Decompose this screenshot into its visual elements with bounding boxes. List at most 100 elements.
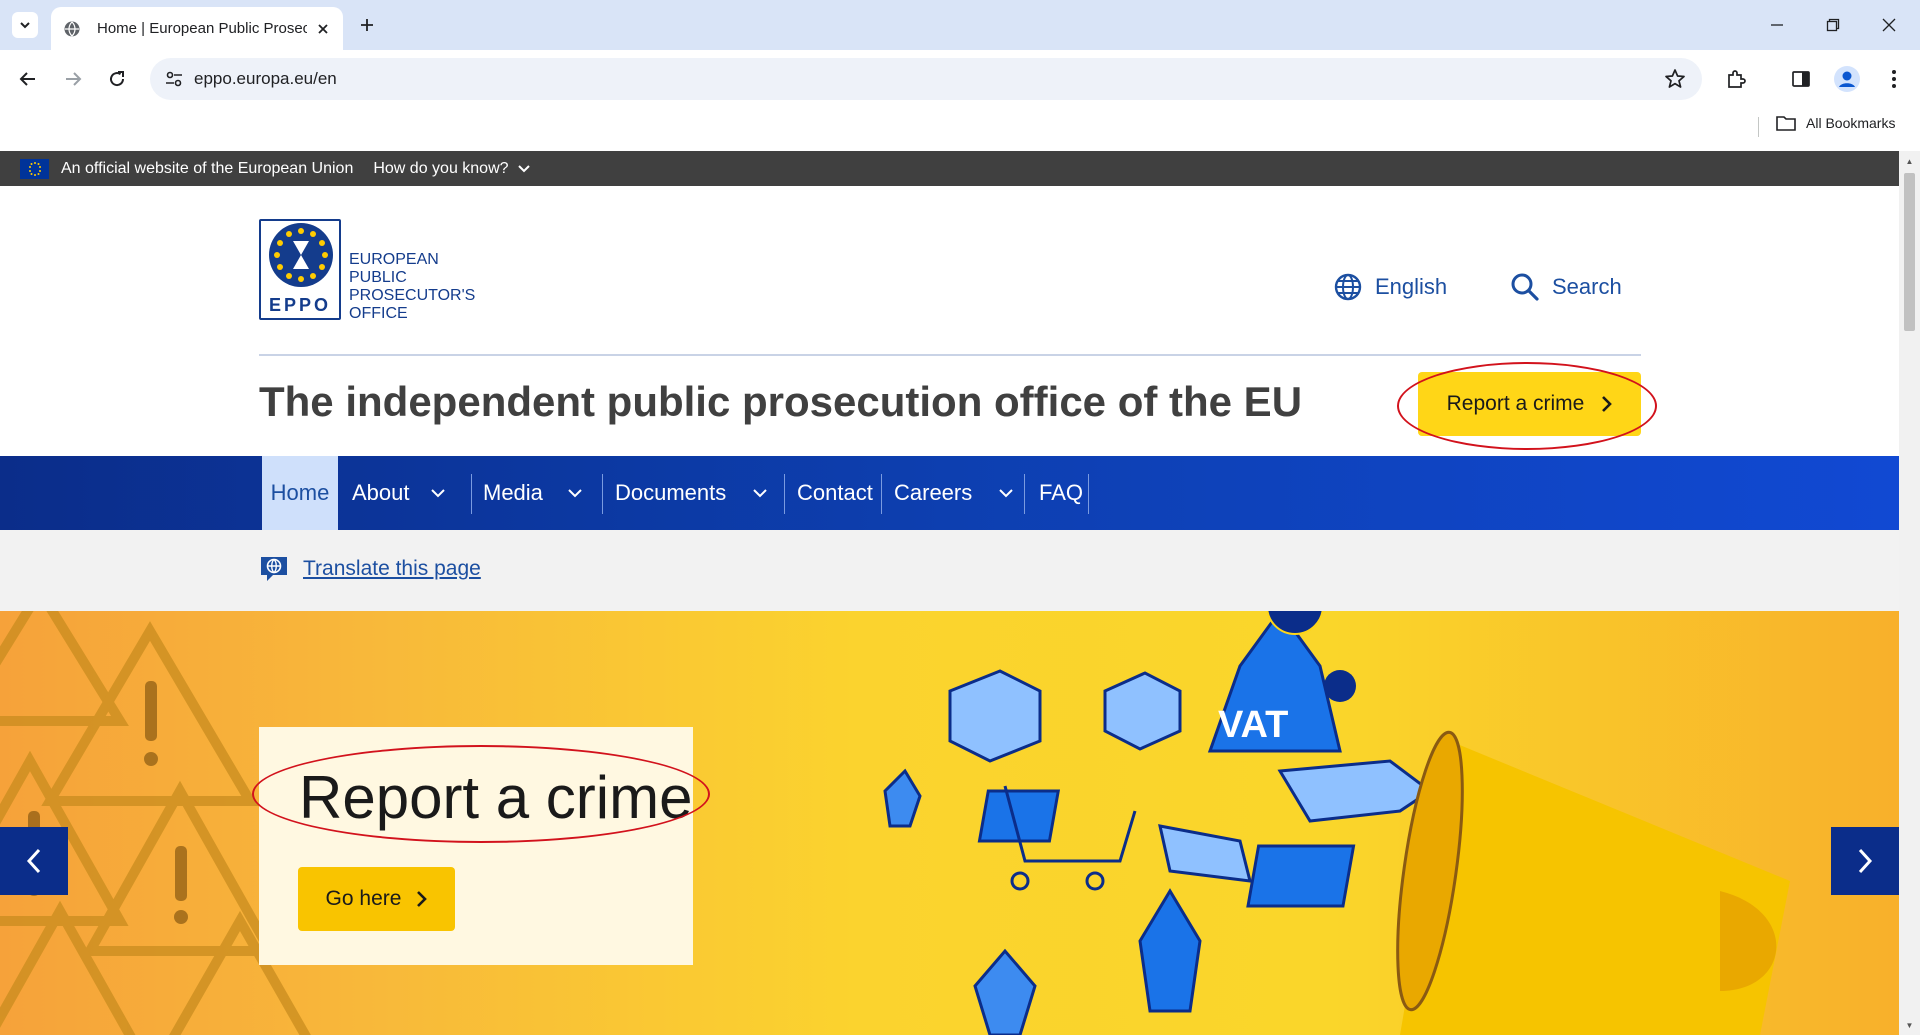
bookmarks-divider [1758, 117, 1759, 137]
translate-page-label: Translate this page [303, 557, 481, 580]
nav-about[interactable]: About [352, 456, 446, 530]
language-selector[interactable]: English [1333, 272, 1447, 302]
nav-separator [784, 474, 785, 514]
nav-faq[interactable]: FAQ [1039, 456, 1083, 530]
forward-button[interactable] [58, 64, 88, 94]
page-viewport: An official website of the European Unio… [0, 151, 1920, 1035]
logo-acronym: EPPO [268, 295, 332, 315]
how-do-you-know-label: How do you know? [373, 159, 509, 177]
eu-flag-icon [20, 158, 49, 179]
carousel-next-button[interactable] [1831, 827, 1899, 895]
go-here-button[interactable]: Go here [298, 867, 455, 931]
header-divider [259, 354, 1641, 356]
search-label: Search [1552, 274, 1622, 299]
side-panel-icon [1792, 71, 1810, 87]
all-bookmarks-label: All Bookmarks [1806, 115, 1896, 131]
side-panel-button[interactable] [1788, 66, 1814, 92]
hero-carousel: VAT Report a crime Go here [0, 611, 1899, 1035]
logo-emblem: EPPO [259, 219, 341, 320]
annotation-ellipse-hero [252, 745, 710, 843]
search-icon [1511, 273, 1539, 301]
url-text: eppo.europa.eu/en [194, 69, 337, 88]
vat-label: VAT [1218, 704, 1288, 746]
reload-button[interactable] [102, 64, 132, 94]
scroll-up-arrow[interactable]: ▲ [1899, 153, 1920, 169]
chevron-down-icon[interactable] [752, 488, 768, 498]
main-navigation: Home About Media Documents Contact Caree… [0, 456, 1899, 530]
restore-button[interactable] [1810, 0, 1856, 50]
bookmark-star-icon[interactable] [1664, 68, 1686, 90]
how-do-you-know-toggle[interactable]: How do you know? [373, 160, 530, 178]
chevron-right-icon [417, 891, 428, 907]
eppo-logo[interactable]: EPPO EUROPEAN PUBLIC PROSECUTOR'S OFFICE [259, 219, 475, 323]
chevron-right-icon [1858, 848, 1873, 874]
site-header: EPPO EUROPEAN PUBLIC PROSECUTOR'S OFFICE… [0, 186, 1899, 450]
nav-separator [1088, 474, 1089, 514]
scroll-down-arrow[interactable]: ▼ [1899, 1017, 1920, 1033]
nav-separator [602, 474, 603, 514]
nav-contact[interactable]: Contact [797, 456, 873, 530]
extensions-button[interactable] [1723, 66, 1749, 92]
browser-menu-button[interactable] [1881, 66, 1907, 92]
address-bar[interactable]: eppo.europa.eu/en [150, 58, 1702, 100]
arrow-right-icon [66, 72, 82, 86]
scroll-thumb[interactable] [1904, 173, 1915, 331]
more-vertical-icon [1892, 70, 1896, 88]
nav-careers-label: Careers [894, 480, 973, 505]
translate-page-link[interactable]: Translate this page [259, 554, 481, 584]
close-icon [1882, 18, 1896, 32]
nav-about-label: About [352, 480, 410, 505]
browser-tab-bar: Home | European Public Prosecutor's Offi… [0, 0, 1920, 50]
restore-icon [1826, 18, 1840, 32]
logo-line-3: PROSECUTOR'S [349, 287, 476, 304]
close-window-button[interactable] [1866, 0, 1912, 50]
nav-contact-label: Contact [797, 480, 873, 505]
carousel-previous-button[interactable] [0, 827, 68, 895]
tab-search-button[interactable] [12, 12, 38, 38]
plus-icon [361, 19, 373, 31]
nav-documents[interactable]: Documents [615, 456, 768, 530]
minimize-button[interactable] [1754, 0, 1800, 50]
chevron-down-icon [517, 164, 530, 172]
nav-separator [881, 474, 882, 514]
site-settings-icon[interactable] [164, 69, 184, 89]
close-tab-icon[interactable] [313, 19, 333, 39]
folder-icon [1776, 116, 1796, 131]
profile-button[interactable] [1834, 66, 1860, 92]
nav-home[interactable]: Home [262, 456, 338, 530]
nav-media-label: Media [483, 480, 543, 505]
globe-icon [63, 20, 81, 38]
chevron-down-icon[interactable] [430, 488, 446, 498]
nav-home-label: Home [270, 480, 330, 505]
browser-tab-active[interactable]: Home | European Public Prosecutor's Offi… [51, 7, 343, 50]
nav-separator [1024, 474, 1025, 514]
browser-toolbar: eppo.europa.eu/en [0, 50, 1920, 107]
eu-official-text: An official website of the European Unio… [61, 159, 354, 177]
nav-careers[interactable]: Careers [894, 456, 1014, 530]
logo-wordmark: EUROPEAN PUBLIC PROSECUTOR'S OFFICE [349, 251, 475, 323]
eu-official-banner: An official website of the European Unio… [0, 151, 1899, 186]
search-toggle[interactable]: Search [1510, 272, 1622, 302]
reload-icon [110, 71, 125, 87]
logo-line-4: OFFICE [349, 305, 408, 322]
logo-line-2: PUBLIC [349, 269, 407, 286]
chevron-down-icon[interactable] [567, 488, 583, 498]
page-scrollbar[interactable]: ▲ ▼ [1899, 151, 1920, 1035]
chevron-down-icon [20, 22, 30, 29]
new-tab-button[interactable] [354, 12, 380, 38]
tab-title: Home | European Public Prosecutor's Offi… [97, 20, 307, 37]
all-bookmarks-button[interactable]: All Bookmarks [1776, 115, 1895, 131]
annotation-ellipse-header [1397, 362, 1657, 450]
language-label: English [1375, 274, 1448, 299]
nav-separator [471, 474, 472, 514]
back-button[interactable] [13, 64, 43, 94]
megaphone [1396, 730, 1790, 1035]
bookmarks-bar: All Bookmarks [0, 107, 1920, 151]
puzzle-icon [1728, 70, 1746, 88]
arrow-left-icon [19, 72, 35, 86]
go-here-label: Go here [325, 887, 402, 910]
nav-media[interactable]: Media [483, 456, 583, 530]
site-tagline: The independent public prosecution offic… [259, 378, 1303, 425]
avatar-icon [1834, 66, 1860, 92]
chevron-down-icon[interactable] [998, 488, 1014, 498]
